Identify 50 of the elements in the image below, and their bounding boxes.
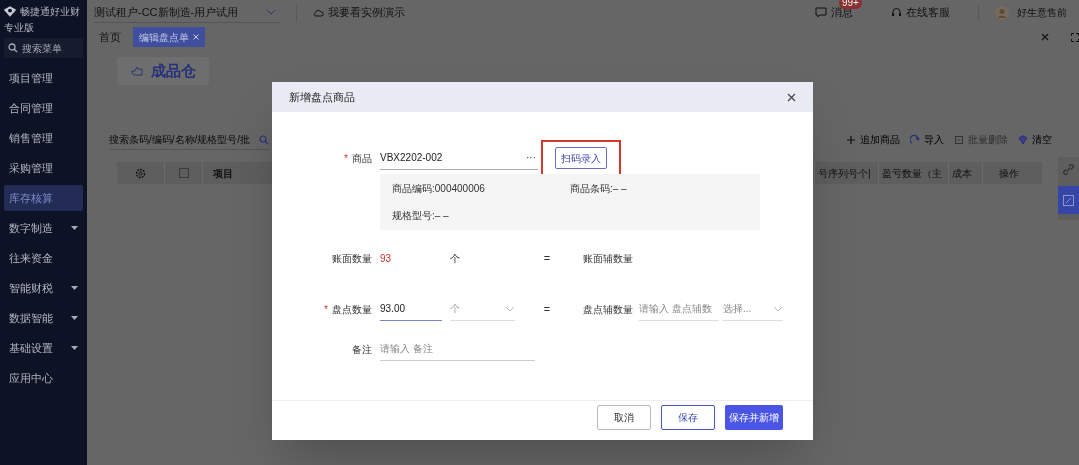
required-mark: * (344, 151, 348, 166)
menu-item[interactable]: 库存核算 (4, 185, 83, 211)
menu-item[interactable]: 项目管理 (4, 65, 83, 91)
equals-sign: = (542, 250, 552, 266)
product-field[interactable]: VBX2202-002 ··· (380, 146, 538, 170)
field-label: 盘点辅数量 (583, 302, 634, 317)
menu-item[interactable]: 数据智能 (4, 305, 83, 331)
field-label: 备注 (352, 342, 372, 357)
menu-item[interactable]: 应用中心 (4, 365, 83, 391)
info-text: 商品条码:– – (570, 182, 627, 196)
remark-field[interactable]: 请输入 备注 (380, 337, 535, 361)
equals-sign: = (542, 301, 552, 317)
edition-label: 专业版 (3, 21, 35, 35)
menu-item[interactable]: 智能财税 (4, 275, 83, 301)
menu-search-field[interactable]: 搜索菜单 (4, 38, 83, 58)
save-button[interactable]: 保存 (661, 405, 715, 430)
menu-item[interactable]: 采购管理 (4, 155, 83, 181)
cancel-button[interactable]: 取消 (597, 405, 651, 430)
toolbar-button[interactable]: 导入 (910, 132, 944, 147)
aux-unit-select[interactable]: 选择... (723, 297, 783, 321)
field-label: 盘点数量 (332, 302, 372, 317)
dialog-title: 新增盘点商品 (289, 89, 355, 105)
required-mark: * (324, 302, 328, 317)
scan-button[interactable]: 扫码录入 (555, 147, 607, 169)
menu-item[interactable]: 销售管理 (4, 125, 83, 151)
more-button[interactable]: ··· (526, 150, 538, 165)
column-header: 成本 (948, 162, 982, 184)
count-badge: 99+ (839, 0, 862, 10)
field-label: 商品 (352, 151, 372, 166)
column-header: 号序列号个| (814, 162, 878, 184)
menu-item[interactable]: 基础设置 (4, 335, 83, 361)
book-quantity-value: 93 (380, 251, 393, 266)
column-header: 操作 (982, 162, 1042, 184)
toolbar-button[interactable]: 清空 (1018, 132, 1052, 147)
aux-quantity-field[interactable]: 请输入 盘点辅数 (639, 297, 719, 321)
menu-item[interactable]: 往来资金 (4, 245, 83, 271)
info-text: 商品编码:000400006 (392, 182, 485, 196)
menu-item[interactable]: 合同管理 (4, 95, 83, 121)
column-header: 项目 (213, 166, 233, 181)
field-label: 账面数量 (332, 251, 372, 266)
tab[interactable]: 编辑盘点单 (133, 27, 205, 47)
column-header: 盈亏数量（主 (878, 162, 948, 184)
field-label: 账面辅数量 (583, 251, 633, 266)
info-text: 规格型号:– – (392, 209, 449, 223)
menu-item[interactable]: 数字制造 (4, 215, 83, 241)
unit-text: 个 (450, 251, 461, 266)
toolbar-button[interactable]: 追加商品 (846, 132, 900, 147)
count-quantity-field[interactable]: 93.00 (380, 297, 442, 321)
brand-name: 畅捷通好业财 (20, 5, 80, 19)
save-and-new-button[interactable]: 保存并新增 (725, 405, 783, 430)
